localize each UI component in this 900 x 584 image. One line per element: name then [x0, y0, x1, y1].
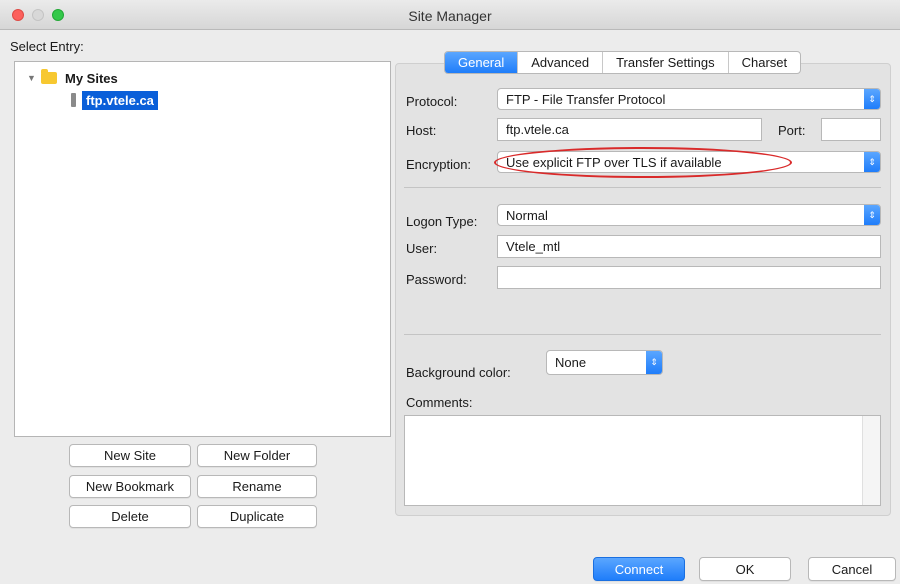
logon-type-value: Normal: [506, 207, 548, 223]
port-label: Port:: [778, 123, 806, 138]
tab-advanced[interactable]: Advanced: [518, 52, 604, 73]
new-folder-button[interactable]: New Folder: [197, 444, 317, 467]
logon-type-select[interactable]: Normal ⇕: [497, 204, 881, 226]
background-color-label: Background color:: [406, 365, 511, 380]
protocol-label: Protocol:: [406, 94, 458, 109]
select-entry-label: Select Entry:: [10, 39, 84, 54]
duplicate-button[interactable]: Duplicate: [197, 505, 317, 528]
tree-folder-row[interactable]: ▼ My Sites: [27, 68, 118, 88]
comments-label: Comments:: [406, 395, 473, 410]
delete-button[interactable]: Delete: [69, 505, 191, 528]
title-bar: Site Manager: [0, 0, 900, 30]
tree-site-row[interactable]: ftp.vtele.ca: [71, 90, 158, 110]
stepper-icon: ⇕: [646, 351, 662, 374]
user-label: User:: [406, 241, 438, 256]
tab-general[interactable]: General: [445, 52, 519, 73]
connect-button[interactable]: Connect: [593, 557, 685, 581]
new-site-button[interactable]: New Site: [69, 444, 191, 467]
port-input[interactable]: [821, 118, 881, 141]
folder-label: My Sites: [65, 70, 118, 86]
rename-button[interactable]: Rename: [197, 475, 317, 498]
tab-transfer-settings[interactable]: Transfer Settings: [603, 52, 729, 73]
new-bookmark-button[interactable]: New Bookmark: [69, 475, 191, 498]
protocol-select[interactable]: FTP - File Transfer Protocol ⇕: [497, 88, 881, 110]
window-title: Site Manager: [408, 8, 492, 24]
stepper-icon: ⇕: [864, 205, 880, 225]
ok-button[interactable]: OK: [699, 557, 791, 581]
password-label: Password:: [406, 272, 467, 287]
background-color-select[interactable]: None ⇕: [546, 350, 663, 375]
comments-scrollbar[interactable]: [862, 416, 880, 505]
protocol-value: FTP - File Transfer Protocol: [506, 91, 666, 107]
section-divider-2: [404, 334, 881, 335]
disclosure-triangle-icon[interactable]: ▼: [27, 73, 41, 83]
comments-textarea[interactable]: [404, 415, 881, 506]
background-color-value: None: [555, 355, 587, 370]
stepper-icon: ⇕: [864, 89, 880, 109]
site-label: ftp.vtele.ca: [82, 90, 158, 110]
user-input[interactable]: Vtele_mtl: [497, 235, 881, 258]
site-tree[interactable]: ▼ My Sites ftp.vtele.ca: [14, 61, 391, 437]
highlight-oval: [494, 147, 792, 178]
tab-charset[interactable]: Charset: [729, 52, 801, 73]
folder-icon: [41, 69, 57, 84]
section-divider: [404, 187, 881, 188]
site-icon: [71, 93, 76, 107]
cancel-button[interactable]: Cancel: [808, 557, 896, 581]
stepper-icon: ⇕: [864, 152, 880, 172]
host-input[interactable]: ftp.vtele.ca: [497, 118, 762, 141]
encryption-label: Encryption:: [406, 157, 472, 172]
host-label: Host:: [406, 123, 437, 138]
logon-type-label: Logon Type:: [406, 214, 478, 229]
password-input[interactable]: [497, 266, 881, 289]
tab-bar: General Advanced Transfer Settings Chars…: [444, 51, 802, 74]
